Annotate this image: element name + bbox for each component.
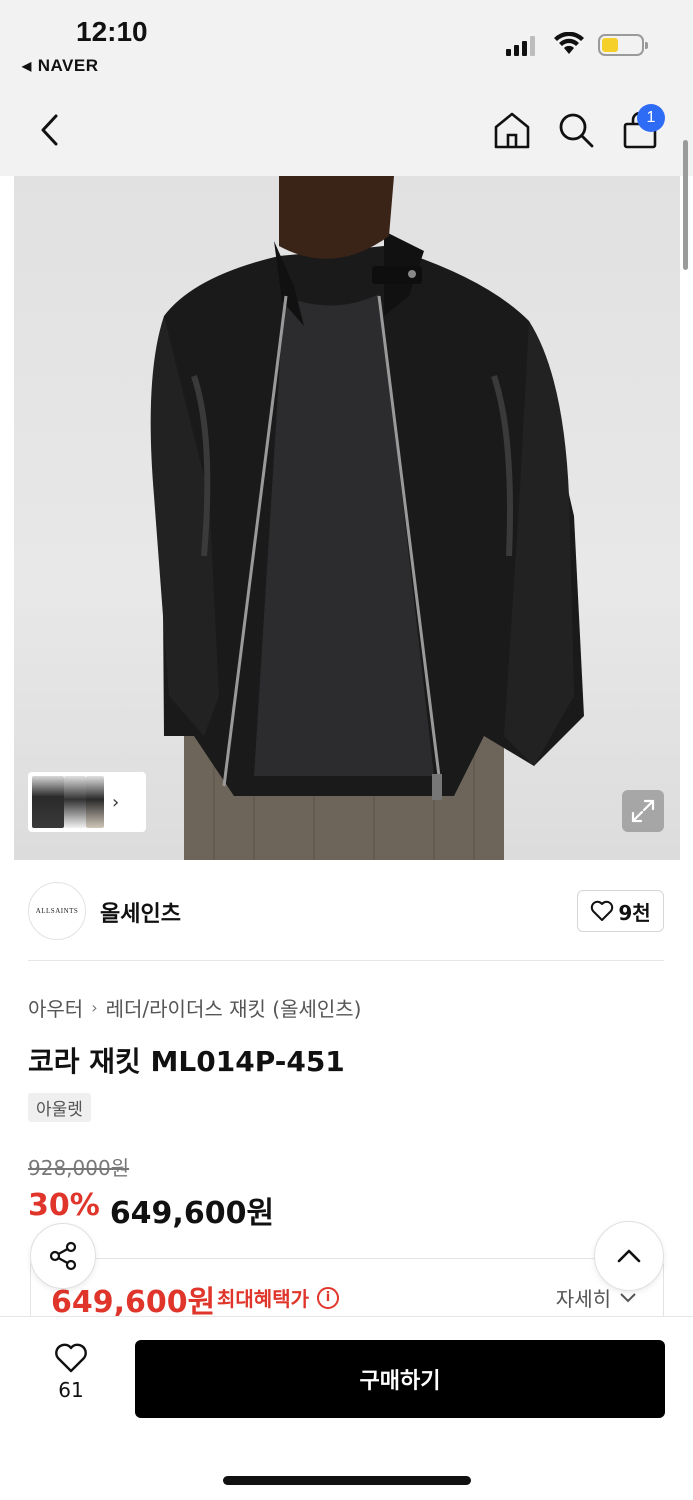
share-icon [49, 1241, 77, 1271]
chevron-right-icon[interactable]: › [112, 792, 119, 813]
category-parent[interactable]: 아우터 [28, 993, 83, 1022]
status-bar: 12:10 ◀ NAVER [0, 0, 693, 90]
heart-icon [591, 900, 614, 921]
sale-price: 649,600원 [109, 1196, 275, 1231]
wishlist-count: 61 [58, 1378, 84, 1402]
back-button[interactable] [30, 110, 70, 150]
chevron-down-icon [620, 1292, 636, 1302]
category-child[interactable]: 레더/라이더스 재킷 (올세인츠) [106, 993, 362, 1022]
back-triangle-icon: ◀ [22, 59, 32, 73]
chevron-up-icon [617, 1249, 641, 1263]
chevron-left-icon [41, 114, 58, 146]
page-scrollbar[interactable] [683, 140, 688, 270]
product-image[interactable] [14, 176, 680, 860]
brand-name[interactable]: 올세인츠 [100, 896, 181, 928]
info-icon[interactable]: i [317, 1286, 339, 1309]
buy-button[interactable]: 구매하기 [135, 1340, 665, 1418]
image-thumbnail-strip[interactable]: › [28, 772, 146, 832]
chevron-right-icon: › [91, 998, 98, 1017]
outlet-tag: 아울렛 [28, 1093, 91, 1122]
home-indicator[interactable] [223, 1476, 471, 1485]
thumbnail-3[interactable] [86, 776, 104, 828]
search-button[interactable] [554, 108, 598, 152]
detail-label: 자세히 [555, 1287, 611, 1311]
back-app-label: NAVER [37, 56, 99, 75]
back-to-app-link[interactable]: ◀ NAVER [22, 56, 98, 76]
wishlist-button[interactable]: 61 [46, 1342, 96, 1412]
benefit-label-group: 최대혜택가 i [217, 1283, 339, 1312]
expand-image-button[interactable] [622, 790, 664, 832]
original-price: 928,000원 [28, 1156, 130, 1180]
brand-like-count: 9천 [618, 900, 651, 925]
breadcrumb: 아우터 › 레더/라이더스 재킷 (올세인츠) [28, 993, 361, 1022]
brand-like-button[interactable]: 9천 [577, 890, 664, 932]
scroll-to-top-button[interactable] [594, 1221, 664, 1291]
benefit-label: 최대혜택가 [217, 1287, 309, 1311]
battery-icon [598, 34, 648, 56]
divider [28, 960, 664, 961]
thumbnail-1[interactable] [32, 776, 64, 828]
home-button[interactable] [490, 108, 534, 152]
wifi-icon [554, 32, 584, 54]
home-icon [494, 112, 530, 149]
cart-count-badge: 1 [637, 104, 665, 132]
thumbnail-2[interactable] [64, 776, 86, 828]
share-button[interactable] [30, 1223, 96, 1289]
search-icon [559, 113, 594, 148]
brand-logo[interactable]: ALLSAINTS [28, 882, 86, 940]
product-title: 코라 재킷 ML014P-451 [28, 1045, 345, 1078]
heart-icon [55, 1343, 87, 1373]
expand-icon [631, 799, 655, 823]
cellular-signal-icon [506, 36, 535, 56]
status-time: 12:10 [76, 16, 148, 47]
product-photo [150, 176, 584, 860]
